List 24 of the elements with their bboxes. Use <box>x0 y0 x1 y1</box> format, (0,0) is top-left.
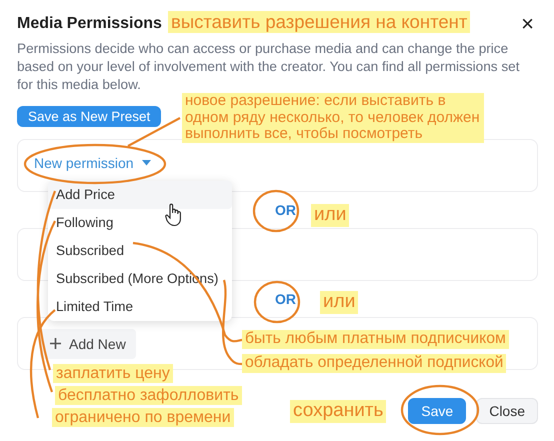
close-button[interactable]: × <box>517 14 538 34</box>
menu-item[interactable]: Subscribed <box>48 237 232 265</box>
annotation-note: бесплатно зафолловить <box>55 386 242 406</box>
annotation-note: сохранить <box>290 400 386 423</box>
plus-icon <box>50 338 61 349</box>
menu-item[interactable]: Following <box>48 209 232 237</box>
annotation-note: ограничено по времени <box>52 408 234 428</box>
annotation-note: быть любым платным подписчиком <box>242 330 509 349</box>
add-new-button[interactable]: Add New <box>40 328 136 358</box>
description-text: Permissions decide who can access or purchase media and can change the price based on your level of involvement with the creator. You can find all permissions set for this media below. <box>17 40 520 94</box>
annotation-note: выставить разрешения на контент <box>168 11 470 34</box>
dialog-title: Media Permissions <box>17 15 162 33</box>
annotation-note: новое разрешение: если выставить в одном ряду несколько, то человек должен выполнить все, чтобы посмотреть <box>182 93 484 142</box>
annotation-note: заплатить цену <box>53 364 173 384</box>
menu-item[interactable]: Add Price <box>48 181 232 209</box>
annotation-note: или <box>311 204 350 227</box>
or-label: OR <box>275 291 296 307</box>
hand-cursor-icon <box>165 203 182 227</box>
caret-icon <box>142 160 151 166</box>
annotation-note: или <box>320 291 358 314</box>
annotation-note: обладать определенной подпиской <box>242 354 506 373</box>
menu-item[interactable]: Limited Time <box>48 293 232 321</box>
or-label: OR <box>275 202 296 218</box>
close-button[interactable]: Close <box>476 398 538 424</box>
